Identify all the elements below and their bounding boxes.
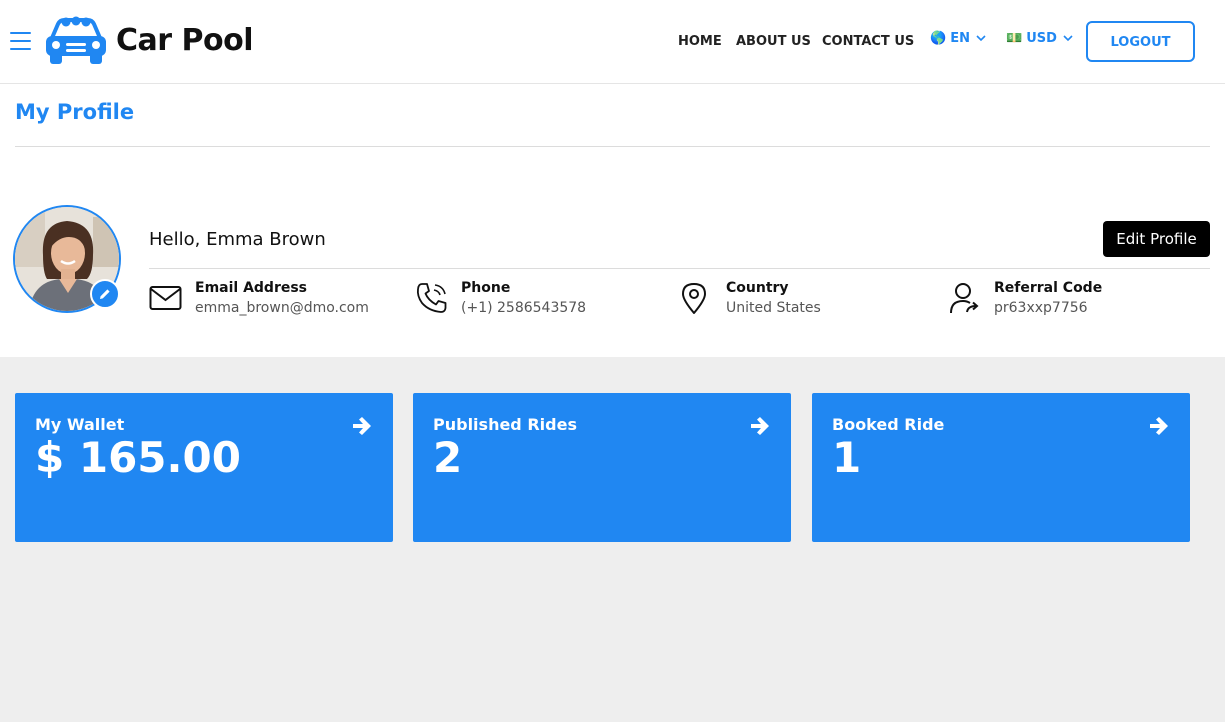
pencil-icon bbox=[100, 289, 110, 299]
car-logo-icon bbox=[46, 16, 106, 64]
info-referral: Referral Code pr63xxp7756 bbox=[948, 279, 1102, 319]
avatar-edit-button[interactable] bbox=[90, 279, 120, 309]
title-divider bbox=[15, 146, 1210, 147]
booked-ride-card-value: 1 bbox=[832, 433, 862, 482]
info-referral-label: Referral Code bbox=[994, 280, 1103, 296]
nav-contact[interactable]: CONTACT US bbox=[822, 0, 914, 83]
brand-name: Car Pool bbox=[116, 22, 254, 58]
globe-icon: 🌎 bbox=[930, 31, 947, 46]
wallet-card[interactable]: My Wallet $ 165.00 bbox=[15, 393, 393, 542]
profile-section: My Profile Hello, Emma Brown Edit Profil… bbox=[0, 84, 1225, 357]
published-rides-card[interactable]: Published Rides 2 bbox=[413, 393, 791, 542]
info-phone-label: Phone bbox=[461, 280, 511, 296]
info-country-value: United States bbox=[726, 300, 821, 316]
wallet-card-value: $ 165.00 bbox=[35, 433, 241, 482]
currency-selector[interactable]: 💵 USD bbox=[1006, 31, 1073, 46]
published-rides-card-value: 2 bbox=[433, 433, 463, 482]
arrow-right-icon[interactable] bbox=[1148, 415, 1170, 437]
info-email-value: emma_brown@dmo.com bbox=[195, 300, 369, 316]
nav-home-label[interactable]: HOME bbox=[678, 34, 722, 49]
info-divider bbox=[149, 268, 1210, 269]
info-referral-value: pr63xxp7756 bbox=[994, 300, 1088, 316]
logout-button[interactable]: LOGOUT bbox=[1086, 21, 1195, 62]
top-header: Car Pool HOME ABOUT US CONTACT US 🌎 EN 💵… bbox=[0, 0, 1225, 84]
phone-icon bbox=[416, 283, 447, 313]
hamburger-menu-icon[interactable] bbox=[10, 32, 31, 50]
wallet-card-label: My Wallet bbox=[35, 415, 125, 434]
edit-profile-button[interactable]: Edit Profile bbox=[1103, 221, 1210, 257]
info-phone: Phone (+1) 2586543578 bbox=[415, 279, 586, 319]
nav-contact-label[interactable]: CONTACT US bbox=[822, 34, 914, 49]
brand-logo[interactable]: Car Pool bbox=[44, 14, 254, 66]
money-icon: 💵 bbox=[1006, 31, 1023, 46]
nav-home[interactable]: HOME bbox=[678, 0, 722, 83]
currency-label: USD bbox=[1026, 31, 1057, 46]
location-pin-icon bbox=[682, 283, 706, 314]
envelope-icon bbox=[149, 286, 182, 310]
info-email-label: Email Address bbox=[195, 280, 308, 296]
booked-ride-card[interactable]: Booked Ride 1 bbox=[812, 393, 1190, 542]
chevron-down-icon bbox=[1063, 35, 1073, 42]
arrow-right-icon[interactable] bbox=[749, 415, 771, 437]
page-title: My Profile bbox=[15, 100, 135, 124]
info-email: Email Address emma_brown@dmo.com bbox=[149, 279, 369, 319]
greeting-text: Hello, Emma Brown bbox=[149, 229, 326, 250]
user-share-icon bbox=[950, 283, 979, 314]
arrow-right-icon[interactable] bbox=[351, 415, 373, 437]
info-country-label: Country bbox=[726, 280, 789, 296]
language-selector[interactable]: 🌎 EN bbox=[930, 31, 986, 46]
nav-about-label[interactable]: ABOUT US bbox=[736, 34, 811, 49]
nav-about[interactable]: ABOUT US bbox=[736, 0, 811, 83]
chevron-down-icon bbox=[976, 35, 986, 42]
info-phone-value: (+1) 2586543578 bbox=[461, 300, 587, 316]
booked-ride-card-label: Booked Ride bbox=[832, 415, 945, 434]
language-label: EN bbox=[950, 31, 970, 46]
info-country: Country United States bbox=[680, 279, 821, 319]
published-rides-card-label: Published Rides bbox=[433, 415, 577, 434]
